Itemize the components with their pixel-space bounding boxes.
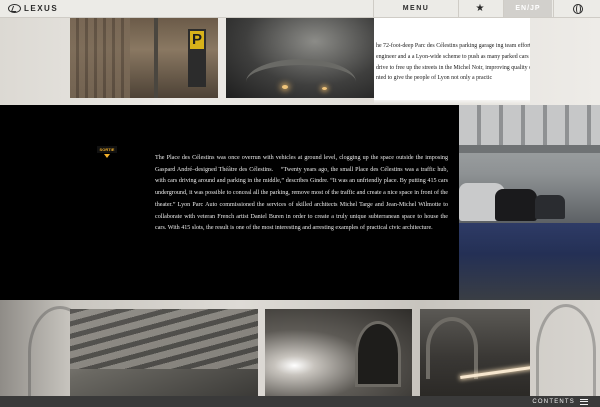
ramp-light (282, 85, 288, 89)
globe-icon (572, 3, 583, 14)
blue-floor (459, 223, 600, 301)
parking-p-icon: P (190, 31, 204, 49)
arch-outline (426, 317, 478, 379)
photo-tunnel-lights (265, 309, 412, 396)
lexus-logo[interactable]: LEXUS (8, 3, 58, 14)
exit-arrow-icon (104, 154, 110, 158)
ceiling-slats (70, 309, 258, 369)
photo-concrete-ceiling (70, 309, 258, 396)
dark-car (535, 195, 565, 219)
lamp-pole (154, 17, 158, 98)
ramp-light (322, 87, 327, 90)
tunnel-arch (355, 321, 401, 387)
photo-garage-ramp (226, 17, 374, 98)
top-nav: LEXUS MENU ★ EN/JP (0, 0, 600, 18)
logo-text: LEXUS (24, 4, 59, 13)
contents-label: CONTENTS (532, 398, 575, 405)
language-toggle[interactable]: EN/JP (504, 0, 552, 17)
photo-light-streak (420, 309, 530, 396)
building-facade (70, 17, 130, 98)
ceiling-beam (459, 145, 600, 153)
bottom-bar: CONTENTS (0, 396, 600, 407)
black-car (495, 189, 537, 221)
garage-ceiling (459, 105, 600, 145)
exit-sign: SORTIE (97, 146, 117, 153)
globe-button[interactable] (553, 0, 600, 17)
story-text: The Place des Célestins was once overrun… (155, 155, 448, 232)
arch-decoration (536, 304, 596, 399)
photo-parking-sign: P (70, 17, 218, 98)
menu-button[interactable]: MENU (373, 0, 459, 17)
contents-button[interactable]: CONTENTS (532, 396, 588, 407)
favorite-star-icon[interactable]: ★ (457, 0, 504, 17)
intro-text: he 72-foot-deep Parc des Célestins parki… (376, 43, 530, 82)
intro-text-card: he 72-foot-deep Parc des Célestins parki… (374, 17, 530, 100)
hamburger-icon (580, 398, 588, 405)
spiral-ramp (246, 59, 356, 98)
photo-garage-interior (459, 105, 600, 301)
lexus-logo-icon (8, 4, 21, 13)
text-fade (374, 98, 530, 104)
